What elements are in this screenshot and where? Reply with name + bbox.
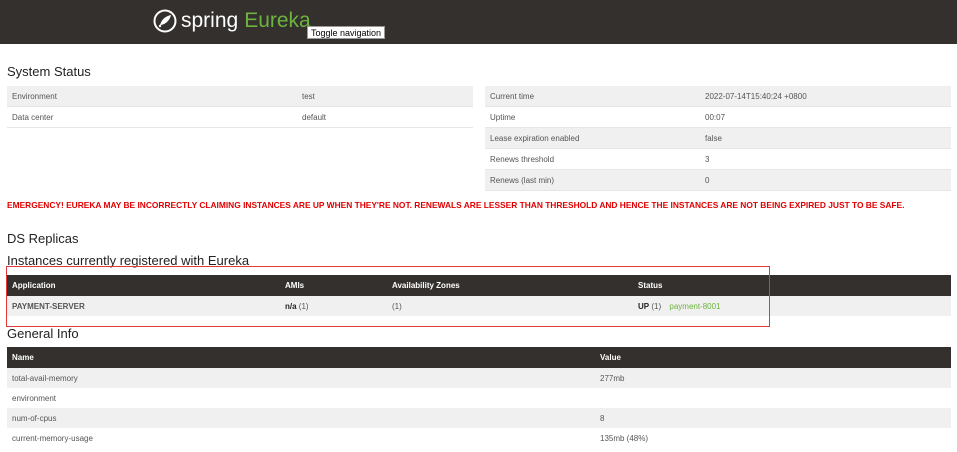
status-key: Renews (last min) [485, 169, 700, 191]
amis-cell: n/a (1) [280, 296, 387, 316]
zones-cell: (1) [387, 296, 633, 316]
status-up: UP [638, 301, 650, 311]
info-value [595, 388, 951, 408]
navbar: spring Eureka Toggle navigation [0, 0, 957, 44]
brand-spring-text: spring [181, 9, 239, 32]
info-name: num-of-cpus [7, 408, 595, 428]
table-row: Data center default [7, 106, 473, 128]
brand-logo[interactable]: spring Eureka [153, 6, 311, 36]
table-row: total-avail-memory 277mb [7, 368, 951, 388]
status-value: test [297, 86, 473, 107]
column-header: Availability Zones [387, 275, 633, 296]
general-info-title: General Info [7, 326, 79, 341]
ds-replicas-title: DS Replicas [7, 231, 79, 246]
column-header: Application [7, 275, 280, 296]
table-row: current-memory-usage 135mb (48%) [7, 428, 951, 448]
table-row: Environment test [7, 86, 473, 107]
table-row: Uptime 00:07 [485, 106, 951, 128]
table-row: num-of-cpus 8 [7, 408, 951, 428]
status-key: Renews threshold [485, 148, 700, 170]
info-value: 8 [595, 408, 951, 428]
amis-value: n/a [285, 301, 297, 311]
table-header-row: Name Value [7, 347, 951, 368]
status-key: Lease expiration enabled [485, 127, 700, 149]
system-status-right-table: Current time 2022-07-14T15:40:24 +0800 U… [485, 86, 951, 191]
table-header-row: Application AMIs Availability Zones Stat… [7, 275, 951, 296]
column-header: Name [7, 347, 595, 368]
status-value: default [297, 106, 473, 128]
application-name: PAYMENT-SERVER [7, 296, 280, 316]
status-value: 0 [700, 169, 951, 191]
table-row: PAYMENT-SERVER n/a (1) (1) UP (1) paymen… [7, 296, 951, 316]
emergency-warning: EMERGENCY! EUREKA MAY BE INCORRECTLY CLA… [7, 200, 905, 210]
status-value: 00:07 [700, 106, 951, 128]
column-header: Value [595, 347, 951, 368]
column-header: Status [633, 275, 951, 296]
general-info-table: Name Value total-avail-memory 277mb envi… [7, 347, 951, 448]
status-cell: UP (1) payment-8001 [633, 296, 951, 316]
system-status-title: System Status [7, 64, 91, 79]
status-count: (1) [651, 301, 662, 311]
status-value: false [700, 127, 951, 149]
info-value: 135mb (48%) [595, 428, 951, 448]
table-row: environment [7, 388, 951, 408]
status-key: Data center [7, 106, 297, 128]
status-key: Current time [485, 86, 700, 107]
brand-eureka-text: Eureka [244, 9, 311, 32]
table-row: Current time 2022-07-14T15:40:24 +0800 [485, 86, 951, 107]
info-name: total-avail-memory [7, 368, 595, 388]
info-name: environment [7, 388, 595, 408]
status-value: 2022-07-14T15:40:24 +0800 [700, 86, 951, 107]
instances-table: Application AMIs Availability Zones Stat… [7, 275, 951, 316]
toggle-navigation-button[interactable]: Toggle navigation [307, 26, 386, 39]
status-key: Environment [7, 86, 297, 107]
system-status-left-table: Environment test Data center default [7, 86, 473, 128]
table-row: Renews threshold 3 [485, 148, 951, 170]
info-value: 277mb [595, 368, 951, 388]
amis-count: (1) [298, 301, 309, 311]
instance-link[interactable]: payment-8001 [669, 302, 720, 311]
table-row: Renews (last min) 0 [485, 169, 951, 191]
info-name: current-memory-usage [7, 428, 595, 448]
status-key: Uptime [485, 106, 700, 128]
spring-leaf-icon [153, 9, 177, 33]
column-header: AMIs [280, 275, 387, 296]
table-row: Lease expiration enabled false [485, 127, 951, 149]
status-value: 3 [700, 148, 951, 170]
instances-title: Instances currently registered with Eure… [7, 253, 250, 268]
